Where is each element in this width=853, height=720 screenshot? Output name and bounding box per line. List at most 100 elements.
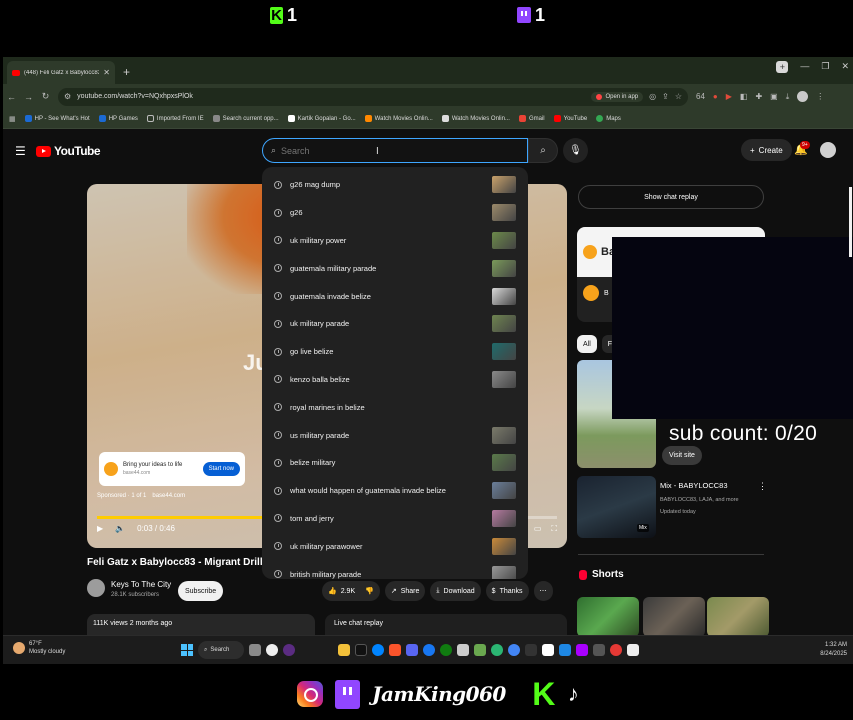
eye-off-icon[interactable]: ◎ — [649, 92, 656, 101]
bookmark-item[interactable]: Maps — [596, 115, 621, 122]
site-info-icon[interactable]: ⚙ — [64, 92, 71, 101]
channel-name[interactable]: Keys To The City — [111, 580, 171, 589]
bookmark-item[interactable]: Gmail — [518, 115, 545, 122]
new-tab-button[interactable]: + — [123, 65, 130, 79]
ad-start-now-button[interactable]: Start now — [202, 462, 240, 476]
search-suggestion-item[interactable]: british military parade — [262, 560, 528, 579]
chip-all[interactable]: All — [577, 335, 597, 353]
share-icon[interactable]: ⇪ — [662, 92, 669, 101]
bookmark-item[interactable]: YouTube — [553, 115, 587, 122]
brave-icon[interactable] — [389, 644, 401, 656]
app-icon[interactable] — [593, 644, 605, 656]
puzzle-icon[interactable]: ✚ — [755, 92, 762, 101]
search-input[interactable] — [281, 145, 527, 156]
short-thumbnail[interactable] — [643, 597, 705, 637]
extension-red-icon[interactable]: ● — [713, 92, 718, 101]
download-icon[interactable]: ⤓ — [786, 92, 790, 102]
sponsored-domain[interactable]: base44.com — [152, 493, 185, 499]
search-suggestion-item[interactable]: belize military — [262, 449, 528, 477]
file-explorer-icon[interactable] — [338, 644, 350, 656]
maximize-icon[interactable]: ❐ — [821, 61, 829, 73]
show-chat-replay-button[interactable]: Show chat replay — [578, 185, 764, 209]
bookmark-item[interactable]: Watch Movies Onlin... — [364, 115, 433, 122]
unreal-icon[interactable] — [266, 644, 278, 656]
app-icon[interactable] — [542, 644, 554, 656]
edge-icon[interactable] — [491, 644, 503, 656]
bookmark-item[interactable]: HP Games — [98, 115, 138, 122]
search-button[interactable]: ⌕ — [528, 138, 558, 163]
bookmark-item[interactable]: HP - See What's Hot — [24, 115, 90, 122]
youtube-logo[interactable]: YouTube — [36, 144, 101, 158]
search-suggestion-item[interactable]: guatemala invade belize — [262, 282, 528, 310]
discord-icon[interactable] — [406, 644, 418, 656]
bookmark-folder[interactable]: Imported From IE — [146, 115, 204, 122]
visit-site-button[interactable]: Visit site — [662, 446, 702, 465]
share-button[interactable]: ↗ Share — [384, 581, 426, 601]
tab-youtube[interactable]: (448) Feli Gatz x Babylocc83 - M ✕ — [7, 61, 115, 84]
apps-grid-icon[interactable]: ▦ — [9, 115, 16, 123]
app-icon[interactable] — [559, 644, 571, 656]
like-button[interactable]: 👍 2.9K 👎 — [322, 581, 380, 601]
search-suggestion-item[interactable]: uk military power — [262, 227, 528, 255]
messenger-icon[interactable] — [372, 644, 384, 656]
close-icon[interactable]: ✕ — [103, 68, 110, 77]
forward-icon[interactable]: → — [20, 92, 37, 102]
search-suggestion-item[interactable]: us military parade — [262, 421, 528, 449]
task-view-icon[interactable] — [249, 644, 261, 656]
extension-play-icon[interactable]: ▶ — [726, 92, 732, 101]
search-box[interactable]: ⌕ — [262, 138, 528, 163]
windows-start-icon[interactable] — [181, 644, 193, 656]
short-thumbnail[interactable] — [577, 597, 639, 637]
url-text[interactable]: youtube.com/watch?v=NQxhpxsPlOk — [77, 93, 585, 100]
search-suggestion-item[interactable]: g26 — [262, 199, 528, 227]
star-icon[interactable]: ☆ — [675, 92, 682, 101]
create-button[interactable]: + Create — [741, 139, 792, 161]
short-thumbnail[interactable] — [707, 597, 769, 637]
more-vert-icon[interactable]: ⋮ — [758, 481, 767, 492]
app-icon[interactable] — [627, 644, 639, 656]
search-suggestion-item[interactable]: go live belize — [262, 338, 528, 366]
voice-search-button[interactable]: 🎙 — [563, 138, 588, 163]
miniplayer-icon[interactable]: ▭ — [534, 524, 542, 534]
tab-search-icon[interactable]: + — [776, 61, 789, 73]
open-in-app-button[interactable]: Open in app — [591, 91, 644, 102]
account-avatar[interactable] — [820, 142, 836, 158]
address-bar[interactable]: ⚙ youtube.com/watch?v=NQxhpxsPlOk Open i… — [58, 87, 688, 106]
ad-overlay-card[interactable]: Bring your ideas to life base44.com Star… — [99, 452, 245, 486]
app-icon[interactable] — [525, 644, 537, 656]
obs-icon[interactable] — [283, 644, 295, 656]
thumbs-down-icon[interactable]: 👎 — [365, 587, 374, 595]
volume-icon[interactable]: 🔈 — [115, 524, 125, 533]
search-suggestion-item[interactable]: what would happen of guatemala invade be… — [262, 477, 528, 505]
tiktok-icon[interactable] — [355, 644, 367, 656]
weather-widget[interactable]: 67°F Mostly cloudy — [13, 640, 65, 656]
app-icon[interactable] — [474, 644, 486, 656]
subscribe-button[interactable]: Subscribe — [178, 581, 224, 601]
search-suggestion-item[interactable]: g26 mag dump — [262, 171, 528, 199]
search-suggestion-item[interactable]: uk military parade — [262, 310, 528, 338]
search-suggestion-item[interactable]: guatemala military parade — [262, 254, 528, 282]
extension-badge[interactable]: 64 — [696, 92, 705, 101]
play-icon[interactable]: ▶ — [97, 524, 103, 533]
extension-icon[interactable]: ◧ — [740, 92, 748, 101]
app-icon[interactable] — [576, 644, 588, 656]
reload-icon[interactable]: ↻ — [37, 91, 54, 102]
app-icon[interactable] — [457, 644, 469, 656]
download-button[interactable]: ⤓ Download — [430, 581, 481, 601]
profile-avatar[interactable] — [797, 91, 809, 102]
channel-avatar[interactable] — [87, 579, 105, 597]
fullscreen-icon[interactable]: ⛶ — [551, 524, 557, 534]
system-clock[interactable]: 1:32 AM 8/24/2025 — [820, 641, 847, 659]
close-window-icon[interactable]: ✕ — [841, 61, 849, 73]
taskbar-search[interactable]: ⌕ Search — [198, 641, 244, 659]
chrome-icon[interactable] — [508, 644, 520, 656]
facebook-icon[interactable] — [423, 644, 435, 656]
search-suggestion-item[interactable]: uk military parawower — [262, 532, 528, 560]
back-icon[interactable]: ← — [3, 92, 20, 102]
app-icon[interactable] — [610, 644, 622, 656]
minimize-icon[interactable]: — — [800, 61, 809, 73]
more-actions-button[interactable]: ⋯ — [533, 581, 553, 601]
xbox-icon[interactable] — [440, 644, 452, 656]
menu-hamburger-icon[interactable]: ☰ — [15, 144, 26, 158]
scrollbar-thumb[interactable] — [849, 187, 852, 257]
